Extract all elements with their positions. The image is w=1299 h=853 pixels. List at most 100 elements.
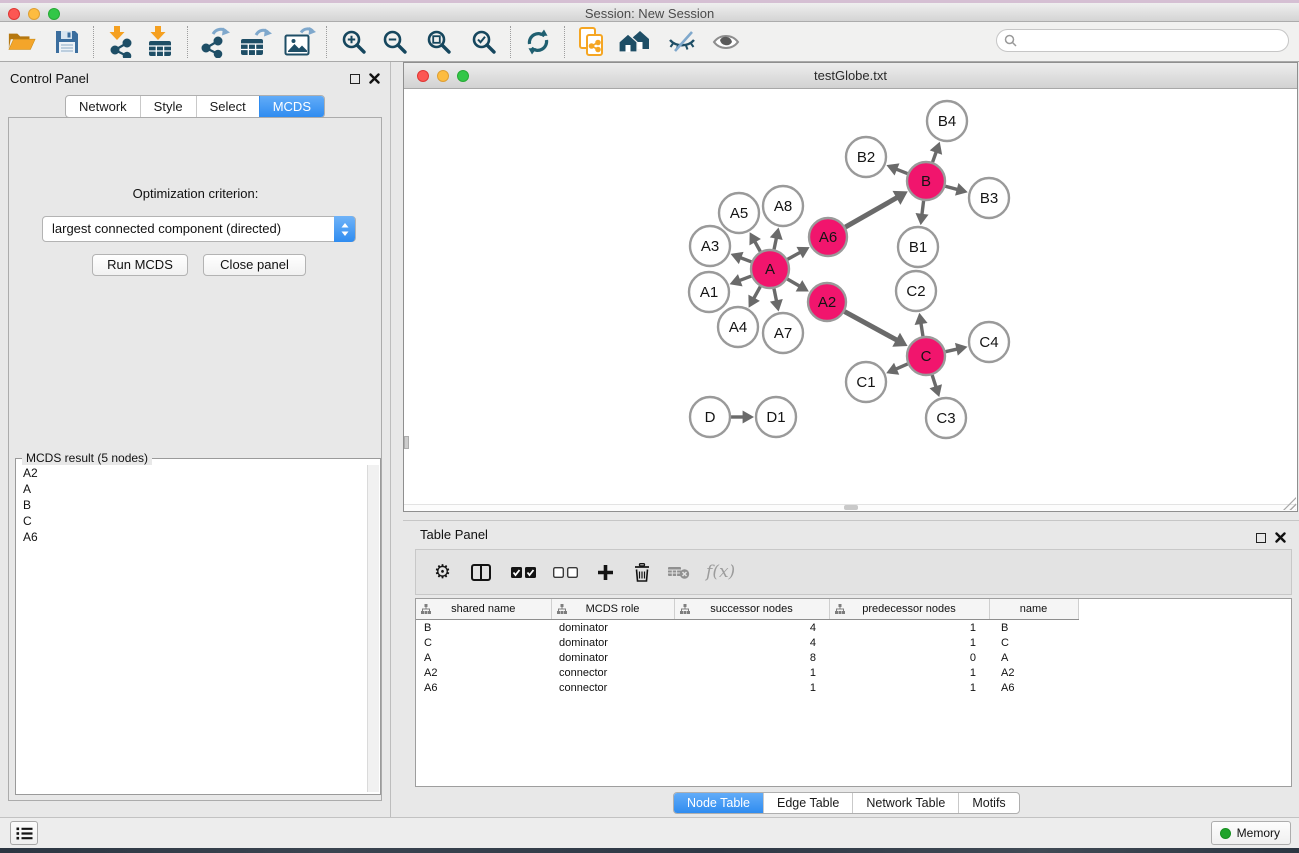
mcds-result-item[interactable]: B xyxy=(17,497,367,513)
tab-network[interactable]: Network xyxy=(66,96,140,117)
table-cell[interactable]: dominator xyxy=(551,650,674,665)
table-cell[interactable]: dominator xyxy=(551,635,674,650)
close-panel-icon[interactable] xyxy=(1275,532,1286,543)
tab-motifs[interactable]: Motifs xyxy=(958,793,1018,813)
select-stepper-icon[interactable] xyxy=(334,216,355,242)
graph-edge-A-A7[interactable] xyxy=(774,289,777,303)
open-in-ndex-icon[interactable] xyxy=(576,26,608,58)
table-row[interactable]: Bdominator41B xyxy=(416,620,1292,636)
table-cell[interactable]: A6 xyxy=(989,680,1078,695)
table-cell[interactable]: A2 xyxy=(989,665,1078,680)
table-cell[interactable]: A xyxy=(416,650,551,665)
column-header-MCDS-role[interactable]: MCDS role xyxy=(551,599,674,620)
table-cell[interactable]: 1 xyxy=(829,635,989,650)
graph-edge-B-B1[interactable] xyxy=(922,201,924,216)
show-graphics-details-icon[interactable] xyxy=(710,26,742,58)
open-file-icon[interactable] xyxy=(6,26,38,58)
table-cell[interactable]: A xyxy=(989,650,1078,665)
function-builder-icon[interactable]: f(x) xyxy=(706,562,735,582)
graph-edge-A-A1[interactable] xyxy=(738,276,751,281)
export-table-icon[interactable] xyxy=(240,26,272,58)
delete-table-icon[interactable] xyxy=(668,565,690,580)
add-column-icon[interactable] xyxy=(597,564,614,581)
export-network-icon[interactable] xyxy=(199,26,231,58)
memory-button[interactable]: Memory xyxy=(1211,821,1291,845)
table-row[interactable]: A2connector11A2 xyxy=(416,665,1292,680)
vertical-scrollbar[interactable] xyxy=(404,436,409,449)
graph-edge-B-B3[interactable] xyxy=(945,186,958,190)
column-header-successor-nodes[interactable]: successor nodes xyxy=(674,599,829,620)
table-cell[interactable]: 1 xyxy=(829,680,989,695)
tab-node-table[interactable]: Node Table xyxy=(674,793,763,813)
mcds-result-item[interactable]: A6 xyxy=(17,529,367,545)
table-cell[interactable]: dominator xyxy=(551,620,674,636)
import-table-icon[interactable] xyxy=(145,26,177,58)
run-mcds-button[interactable]: Run MCDS xyxy=(92,254,188,276)
table-row[interactable]: Adominator80A xyxy=(416,650,1292,665)
table-row[interactable]: Cdominator41C xyxy=(416,635,1292,650)
table-cell[interactable]: connector xyxy=(551,665,674,680)
column-header-name[interactable]: name xyxy=(989,599,1078,620)
network-window-titlebar[interactable]: testGlobe.txt xyxy=(404,63,1297,89)
graph-edge-A-A6[interactable] xyxy=(788,252,802,260)
mcds-result-item[interactable]: A xyxy=(17,481,367,497)
mcds-result-item[interactable]: A2 xyxy=(17,465,367,481)
tab-mcds[interactable]: MCDS xyxy=(259,96,324,117)
column-header-predecessor-nodes[interactable]: predecessor nodes xyxy=(829,599,989,620)
graph-edge-C-C3[interactable] xyxy=(932,375,936,388)
float-panel-icon[interactable] xyxy=(1256,533,1266,543)
save-session-icon[interactable] xyxy=(51,26,83,58)
tab-edge-table[interactable]: Edge Table xyxy=(763,793,852,813)
zoom-out-icon[interactable] xyxy=(379,26,411,58)
select-all-columns-icon[interactable] xyxy=(511,567,536,578)
zoom-fit-icon[interactable] xyxy=(423,26,455,58)
table-row[interactable]: A6connector11A6 xyxy=(416,680,1292,695)
tab-style[interactable]: Style xyxy=(140,96,196,117)
graph-edge-C-C1[interactable] xyxy=(895,364,908,370)
table-cell[interactable]: B xyxy=(416,620,551,636)
search-input[interactable] xyxy=(996,29,1289,52)
float-panel-icon[interactable] xyxy=(350,74,360,84)
hide-graphics-details-icon[interactable] xyxy=(666,26,698,58)
table-cell[interactable]: 0 xyxy=(829,650,989,665)
table-cell[interactable]: 1 xyxy=(829,620,989,636)
table-cell[interactable]: 1 xyxy=(829,665,989,680)
table-cell[interactable]: B xyxy=(989,620,1078,636)
table-cell[interactable]: 8 xyxy=(674,650,829,665)
close-panel-icon[interactable] xyxy=(369,73,380,84)
mcds-result-item[interactable]: C xyxy=(17,513,367,529)
delete-column-icon[interactable] xyxy=(633,563,651,582)
table-cell[interactable]: connector xyxy=(551,680,674,695)
mcds-result-scrollbar[interactable] xyxy=(367,465,379,792)
network-canvas[interactable]: B4B2BB3A5A8A6A3AB1A1C2A2A4A7C4CC1DD1C3 xyxy=(404,89,1297,505)
graph-edge-A2-C[interactable] xyxy=(845,312,898,341)
settings-gear-icon[interactable]: ⚙ xyxy=(434,563,451,582)
criterion-select[interactable]: largest connected component (directed) xyxy=(42,216,356,242)
tab-select[interactable]: Select xyxy=(196,96,259,117)
table-cell[interactable]: 4 xyxy=(674,635,829,650)
ndex-home-icon[interactable] xyxy=(616,26,656,58)
table-cell[interactable]: 1 xyxy=(674,665,829,680)
deselect-all-columns-icon[interactable] xyxy=(553,567,578,578)
table-cell[interactable]: C xyxy=(416,635,551,650)
tab-network-table[interactable]: Network Table xyxy=(852,793,958,813)
column-header-shared-name[interactable]: shared name xyxy=(416,599,551,620)
table-cell[interactable]: A6 xyxy=(416,680,551,695)
table-cell[interactable]: C xyxy=(989,635,1078,650)
export-image-icon[interactable] xyxy=(284,26,316,58)
zoom-in-icon[interactable] xyxy=(338,26,370,58)
graph-edge-C-C2[interactable] xyxy=(921,322,923,336)
task-history-button[interactable] xyxy=(10,821,38,845)
graph-edge-A-A4[interactable] xyxy=(753,287,760,300)
import-network-icon[interactable] xyxy=(105,26,137,58)
close-panel-button[interactable]: Close panel xyxy=(203,254,306,276)
table-cell[interactable]: 4 xyxy=(674,620,829,636)
apply-layout-icon[interactable] xyxy=(522,26,554,58)
horizontal-scrollbar[interactable] xyxy=(844,505,858,510)
table-cell[interactable]: A2 xyxy=(416,665,551,680)
graph-edge-A6-B[interactable] xyxy=(845,197,898,227)
graph-edge-A-A2[interactable] xyxy=(787,279,800,287)
table-cell[interactable]: 1 xyxy=(674,680,829,695)
app-titlebar[interactable]: Session: New Session xyxy=(0,0,1299,22)
split-table-icon[interactable] xyxy=(471,564,491,581)
